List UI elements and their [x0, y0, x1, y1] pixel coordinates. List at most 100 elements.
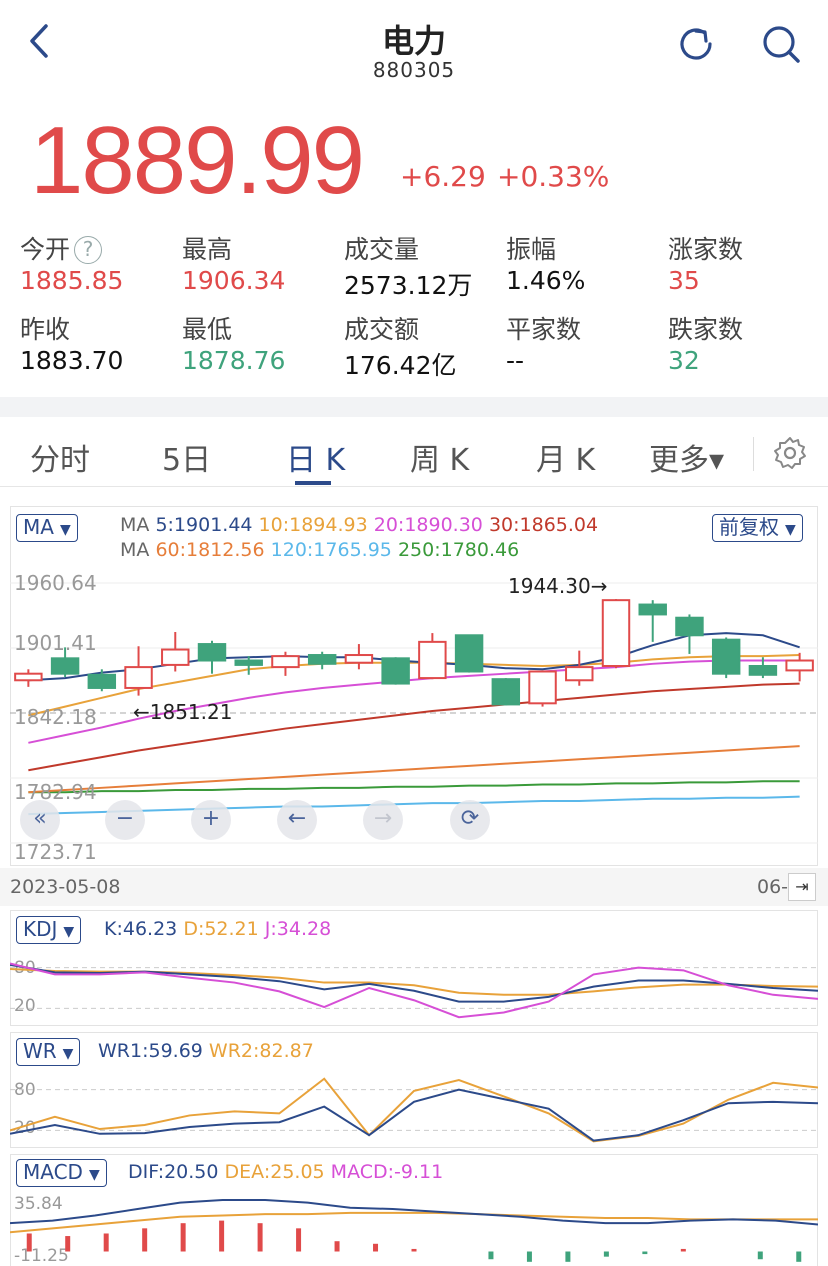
- ma30-line: [28, 682, 800, 772]
- kdj-legend: K:46.23 D:52.21 J:34.28: [104, 918, 331, 940]
- ma250-line: [28, 780, 800, 794]
- stat-open-label: 今开: [20, 235, 71, 264]
- stat-rise-count: 涨家数 35: [668, 230, 743, 295]
- stat-flat-count-value: --: [506, 346, 525, 375]
- indicator-select[interactable]: MA ▼: [16, 514, 78, 542]
- kdj-k-value: K:46.23: [104, 918, 178, 940]
- candle-body: [528, 670, 557, 705]
- kdj-j-value: J:34.28: [264, 918, 332, 940]
- period-tabs: 分时 5日 日 K 周 K 月 K 更多▾: [0, 417, 828, 487]
- ma10-value: 10:1894.93: [258, 514, 368, 536]
- scroll-to-end-icon[interactable]: ⇥: [788, 873, 816, 901]
- ma60-line: [28, 745, 800, 794]
- wr-select[interactable]: WR ▼: [16, 1038, 81, 1066]
- stat-turnover-label: 成交额: [344, 315, 420, 344]
- candle-body: [418, 640, 447, 680]
- y-tick: 1960.64: [14, 571, 97, 595]
- ma-legend-prefix: MA: [120, 514, 150, 536]
- price-change: +6.29: [400, 160, 486, 193]
- kdj-k-line: [10, 963, 818, 1003]
- tab-monthly-k[interactable]: 月 K: [536, 435, 595, 479]
- stat-low-value: 1878.76: [182, 346, 286, 375]
- stat-turnover-value: 176.42亿: [344, 351, 457, 380]
- candle-body: [381, 657, 410, 685]
- stat-high-value: 1906.34: [182, 266, 286, 295]
- tab-5day[interactable]: 5日: [162, 435, 211, 479]
- last-price: 1889.99: [30, 107, 365, 214]
- question-circle-icon[interactable]: ?: [74, 236, 103, 264]
- kdj-chart[interactable]: [10, 950, 818, 1026]
- stat-amplitude-label: 振幅: [506, 235, 557, 264]
- kdj-select[interactable]: KDJ ▼: [16, 916, 82, 944]
- stat-open-value: 1885.85: [20, 266, 124, 295]
- ma120-value: 120:1765.95: [270, 539, 392, 561]
- caret-down-icon: ▼: [88, 1167, 100, 1183]
- ma30-value: 30:1865.04: [488, 514, 599, 536]
- gear-icon[interactable]: [772, 435, 808, 471]
- candle-body: [234, 659, 263, 666]
- macd-select[interactable]: MACD ▼: [16, 1159, 107, 1187]
- zoom-in-icon[interactable]: +: [191, 800, 231, 840]
- stat-fall-count: 跌家数 32: [668, 310, 743, 375]
- candle-body: [565, 666, 594, 682]
- high-marker: 1944.30→: [508, 574, 608, 598]
- macd-dea-line: [10, 1211, 818, 1234]
- price-change-percent: +0.33%: [497, 160, 610, 193]
- wr1-line: [10, 1088, 818, 1142]
- adjust-select[interactable]: 前复权 ▼: [712, 514, 803, 542]
- macd-macd-value: MACD:-9.11: [330, 1161, 444, 1183]
- candle-body: [271, 655, 300, 669]
- stat-volume-label: 成交量: [344, 235, 420, 264]
- ma-legend-row1: MA 5:1901.44 10:1894.93 20:1890.30 30:18…: [120, 514, 598, 536]
- candle-body: [124, 666, 153, 689]
- stat-fall-count-label: 跌家数: [668, 315, 744, 344]
- tab-divider: [753, 437, 754, 471]
- wr2-value: WR2:82.87: [208, 1040, 314, 1062]
- arrow-right-icon[interactable]: →: [363, 800, 403, 840]
- stat-amplitude-value: 1.46%: [506, 266, 586, 295]
- ma20-value: 20:1890.30: [373, 514, 483, 536]
- candle-body: [197, 643, 227, 662]
- y-tick: 1723.71: [14, 840, 97, 864]
- ma120-line: [28, 795, 800, 816]
- header: 电力 880305: [0, 0, 828, 100]
- rotate-icon[interactable]: ⟳: [450, 800, 490, 840]
- stat-low-label: 最低: [182, 315, 233, 344]
- tab-weekly-k[interactable]: 周 K: [410, 435, 469, 479]
- candle-body: [748, 665, 778, 676]
- y-tick: 1782.94: [14, 780, 97, 804]
- stat-volume: 成交量 2573.12万: [344, 230, 472, 302]
- ma-legend-row2: MA 60:1812.56 120:1765.95 250:1780.46: [120, 539, 519, 561]
- candle-body: [87, 673, 117, 689]
- macd-chart[interactable]: [10, 1196, 818, 1266]
- zoom-out-icon[interactable]: −: [105, 800, 145, 840]
- y-tick: 1842.18: [14, 705, 97, 729]
- candle-body: [711, 638, 741, 675]
- arrow-left-icon[interactable]: ←: [277, 800, 317, 840]
- stat-turnover: 成交额 176.42亿: [344, 310, 456, 382]
- refresh-icon[interactable]: [674, 22, 718, 66]
- stat-amplitude: 振幅 1.46%: [506, 230, 585, 295]
- stat-rise-count-label: 涨家数: [668, 235, 744, 264]
- wr-chart[interactable]: [10, 1072, 818, 1148]
- ma5-value: 5:1901.44: [155, 514, 253, 536]
- low-marker: ←1851.21: [133, 700, 233, 724]
- tab-daily-k[interactable]: 日 K: [286, 435, 345, 479]
- section-divider: [0, 397, 828, 417]
- wr2-line: [10, 1077, 818, 1143]
- start-date: 2023-05-08: [10, 876, 121, 898]
- candle-body: [307, 654, 337, 665]
- tab-more[interactable]: 更多▾: [649, 435, 724, 479]
- wr-legend: WR1:59.69 WR2:82.87: [98, 1040, 314, 1062]
- stat-prev-close: 昨收 1883.70: [20, 310, 123, 375]
- stat-low: 最低 1878.76: [182, 310, 285, 375]
- tab-intraday[interactable]: 分时: [30, 435, 90, 479]
- ma-legend-prefix: MA: [120, 539, 150, 561]
- stat-rise-count-value: 35: [668, 266, 700, 295]
- stat-open: 今开? 1885.85: [20, 230, 123, 295]
- candle-body: [601, 599, 631, 668]
- double-left-icon[interactable]: «: [20, 800, 60, 840]
- stat-high-label: 最高: [182, 235, 233, 264]
- search-icon[interactable]: [758, 22, 804, 66]
- stat-fall-count-value: 32: [668, 346, 700, 375]
